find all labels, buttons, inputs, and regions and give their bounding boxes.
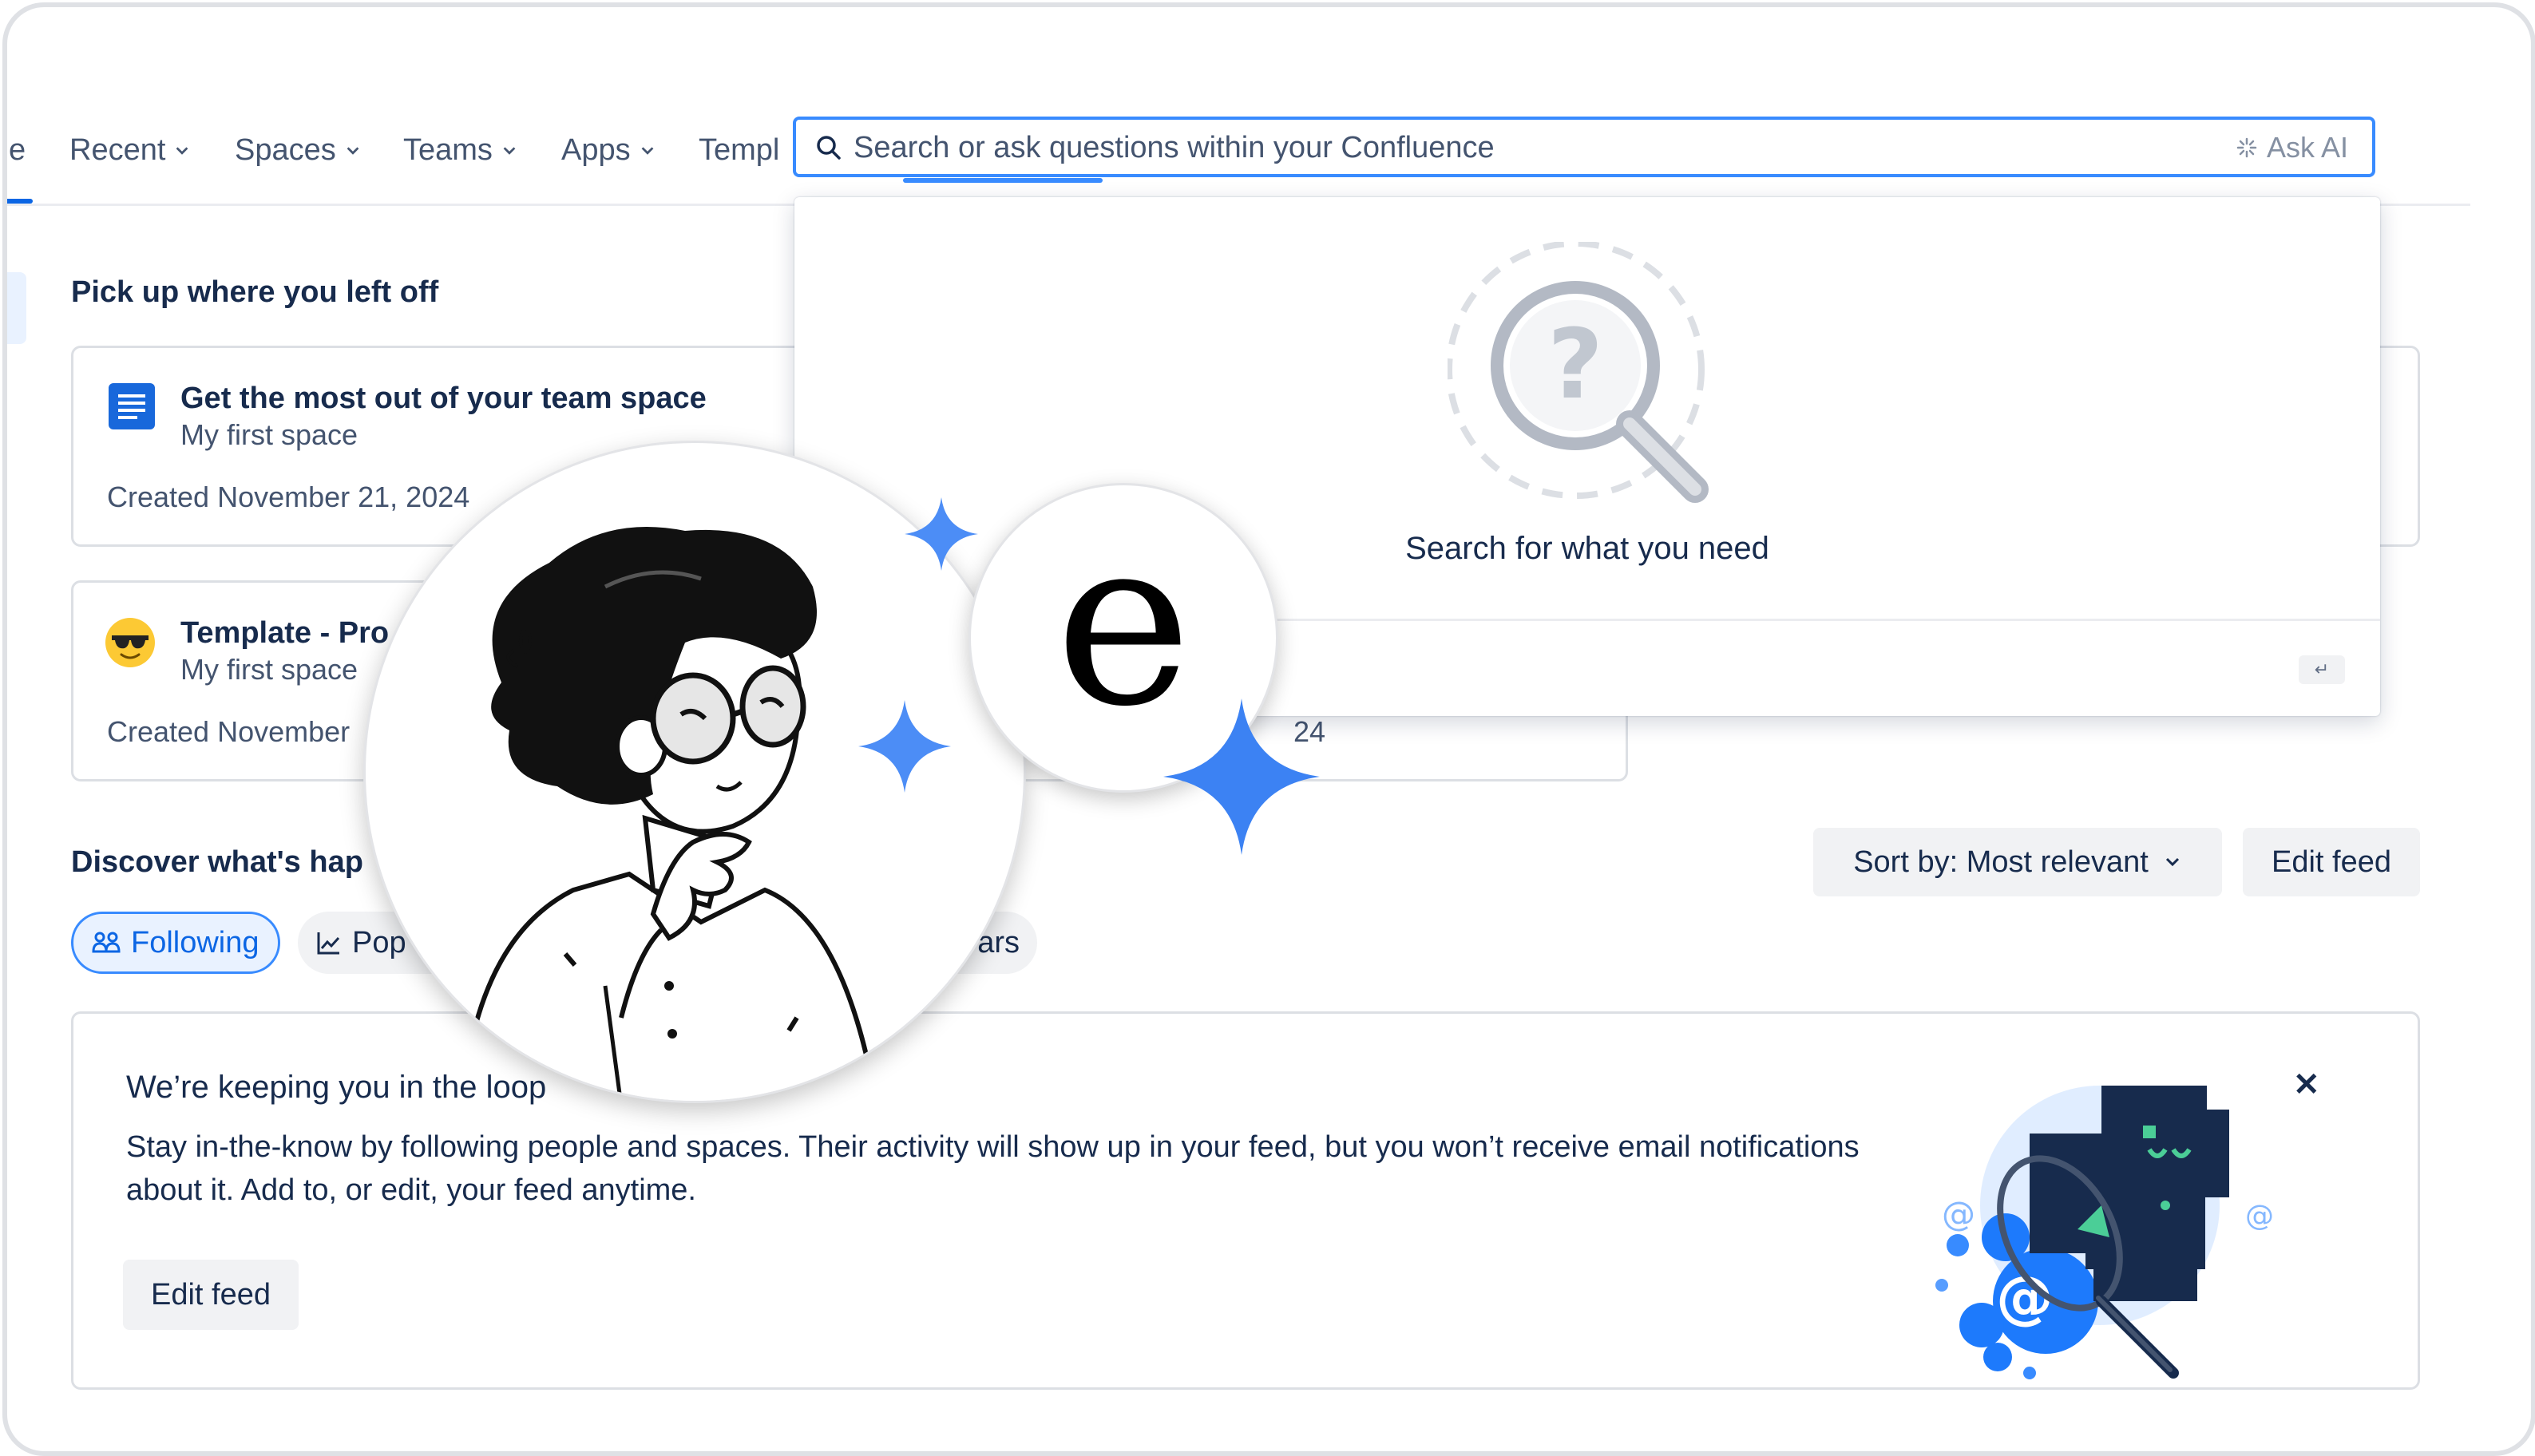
card-title: Template - Pro xyxy=(180,616,390,650)
search-icon xyxy=(817,136,841,160)
banner-body: Stay in-the-know by following people and… xyxy=(126,1130,1860,1207)
search-question-icon: ? xyxy=(1448,242,1709,503)
sidebar-active-indicator xyxy=(7,272,26,344)
people-icon xyxy=(92,932,121,953)
sparkle-icon xyxy=(858,700,951,793)
app-frame: e Recent Spaces Teams Apps Templ Pick up… xyxy=(2,2,2535,1456)
svg-text:@: @ xyxy=(1942,1194,1975,1233)
edit-feed-label: Edit feed xyxy=(2272,845,2391,879)
section-heading-recent: Pick up where you left off xyxy=(71,275,439,309)
nav-item-spaces[interactable]: Spaces xyxy=(235,133,362,168)
feed-info-banner: We’re keeping you in the loop Stay in-th… xyxy=(71,1011,2420,1390)
card-meta: Created November 21, 2024 xyxy=(107,481,470,513)
search-focus-underline xyxy=(903,178,1103,183)
trending-chart-icon xyxy=(317,932,340,955)
chevron-down-icon xyxy=(2165,857,2179,867)
banner-title: We’re keeping you in the loop xyxy=(126,1070,547,1105)
search-bar[interactable]: Ask AI xyxy=(793,117,2375,177)
card-meta: Created November xyxy=(107,715,351,748)
section-heading-discover: Discover what's hap xyxy=(71,845,363,879)
chevron-down-icon xyxy=(641,146,654,155)
sort-dropdown[interactable]: Sort by: Most relevant xyxy=(1813,828,2222,896)
nav-item-label: Recent xyxy=(69,133,166,167)
svg-text:?: ? xyxy=(1547,310,1603,421)
ask-ai-label: Ask AI xyxy=(2266,131,2348,164)
banner-edit-feed-button[interactable]: Edit feed xyxy=(123,1260,299,1330)
nav-item-label: Apps xyxy=(561,133,631,167)
nav-item-label: Templ xyxy=(699,133,780,167)
edit-feed-button[interactable]: Edit feed xyxy=(2243,828,2420,896)
chevron-down-icon xyxy=(347,146,359,155)
sunglasses-emoji-icon xyxy=(105,618,155,667)
sparkle-icon xyxy=(1163,698,1320,855)
svg-text:@: @ xyxy=(2245,1200,2274,1232)
tab-following[interactable]: Following xyxy=(71,912,280,974)
nav-item-partial[interactable]: e xyxy=(9,133,26,168)
chevron-down-icon xyxy=(176,146,188,155)
enter-key-icon: ↵ xyxy=(2299,655,2345,684)
follow-illustration: @ @ @ xyxy=(1935,1086,2274,1379)
card-space: My first space xyxy=(180,653,358,686)
tab-label: Pop xyxy=(352,925,406,959)
tab-label: Following xyxy=(131,925,259,959)
nav-item-teams[interactable]: Teams xyxy=(403,133,518,168)
card-space: My first space xyxy=(180,418,358,451)
chevron-down-icon xyxy=(503,146,516,155)
card-title: Get the most out of your team space xyxy=(180,382,707,415)
ask-ai-button[interactable]: Ask AI xyxy=(2236,131,2348,164)
nav-item-apps[interactable]: Apps xyxy=(561,133,656,168)
nav-item-templates[interactable]: Templ xyxy=(699,133,788,168)
nav-item-label: Teams xyxy=(403,133,493,167)
sparkle-icon xyxy=(905,497,978,571)
nav-item-label: Spaces xyxy=(235,133,336,167)
edit-feed-label: Edit feed xyxy=(151,1277,271,1312)
nav-item-recent[interactable]: Recent xyxy=(69,133,191,168)
page-icon xyxy=(109,383,155,429)
search-input[interactable] xyxy=(852,128,2133,168)
ai-sparkle-icon xyxy=(2236,137,2257,158)
sort-label: Sort by: Most relevant xyxy=(1853,845,2149,879)
nav-item-label: e xyxy=(9,133,26,167)
